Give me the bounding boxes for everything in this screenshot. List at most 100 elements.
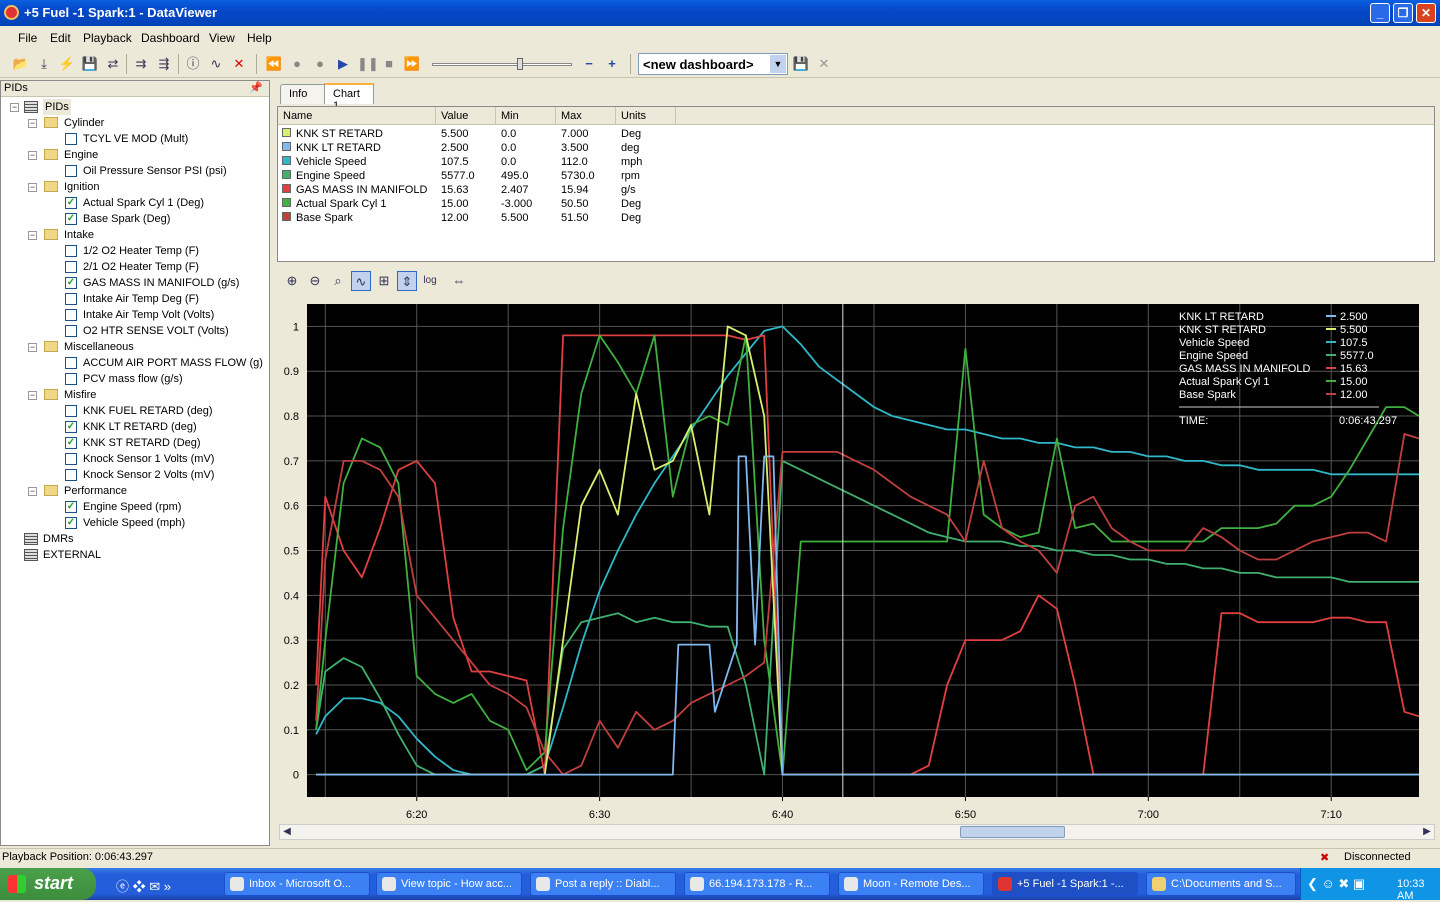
- tab-info[interactable]: Info: [280, 84, 326, 104]
- pid-checkbox[interactable]: ✓: [65, 501, 77, 513]
- chart-horizontal-scrollbar[interactable]: ◀ ▶: [279, 824, 1435, 840]
- pid-label[interactable]: 1/2 O2 Heater Temp (F): [83, 243, 199, 259]
- minimize-button[interactable]: _: [1370, 3, 1390, 23]
- pid-label[interactable]: Oil Pressure Sensor PSI (psi): [83, 163, 227, 179]
- start-button[interactable]: start: [0, 868, 96, 900]
- save-icon[interactable]: 💾: [81, 55, 99, 73]
- collapse-icon[interactable]: −: [28, 487, 37, 496]
- slider-thumb[interactable]: [517, 58, 523, 70]
- zoom-box-icon[interactable]: ⊞: [374, 271, 394, 291]
- export-icon[interactable]: ⇉: [132, 55, 150, 73]
- menu-view[interactable]: View: [209, 31, 235, 45]
- pid-label[interactable]: Engine Speed (rpm): [83, 499, 181, 515]
- pid-checkbox[interactable]: [65, 133, 77, 145]
- rewind-icon[interactable]: ⏪: [265, 55, 283, 73]
- col-header-max[interactable]: Max: [556, 107, 616, 125]
- menu-help[interactable]: Help: [247, 31, 272, 45]
- pid-checkbox[interactable]: [65, 309, 77, 321]
- log-scale-icon[interactable]: log: [420, 271, 440, 291]
- tree-group-intake[interactable]: Intake: [64, 227, 94, 243]
- menu-file[interactable]: File: [18, 31, 37, 45]
- restore-button[interactable]: ❐: [1393, 3, 1413, 23]
- autoscale-icon[interactable]: ⇕: [397, 271, 417, 291]
- pid-label[interactable]: KNK LT RETARD (deg): [83, 419, 197, 435]
- record2-icon[interactable]: ●: [311, 55, 329, 73]
- collapse-icon[interactable]: −: [28, 119, 37, 128]
- pid-label[interactable]: Intake Air Temp Deg (F): [83, 291, 199, 307]
- pid-checkbox[interactable]: [65, 405, 77, 417]
- col-header-value[interactable]: Value: [436, 107, 496, 125]
- pid-checkbox[interactable]: [65, 165, 77, 177]
- tree-group-engine[interactable]: Engine: [64, 147, 98, 163]
- plus-icon[interactable]: +: [603, 55, 621, 73]
- stop-icon[interactable]: ■: [380, 55, 398, 73]
- pid-label[interactable]: Vehicle Speed (mph): [83, 515, 185, 531]
- col-header-units[interactable]: Units: [616, 107, 676, 125]
- collapse-icon[interactable]: −: [28, 183, 37, 192]
- cursor-icon[interactable]: ⇔: [449, 271, 469, 291]
- menu-playback[interactable]: Playback: [83, 31, 132, 45]
- pid-label[interactable]: KNK ST RETARD (Deg): [83, 435, 201, 451]
- table-row[interactable]: Vehicle Speed 107.5 0.0 112.0 mph: [278, 155, 678, 169]
- zoom-out-icon[interactable]: ⊖: [305, 271, 325, 291]
- table-row[interactable]: Actual Spark Cyl 1 15.00 -3.000 50.50 Deg: [278, 197, 678, 211]
- pid-label[interactable]: Intake Air Temp Volt (Volts): [83, 307, 214, 323]
- table-row[interactable]: KNK LT RETARD 2.500 0.0 3.500 deg: [278, 141, 678, 155]
- close-button[interactable]: ✕: [1416, 3, 1436, 23]
- pid-checkbox[interactable]: ✓: [65, 197, 77, 209]
- pid-checkbox[interactable]: [65, 453, 77, 465]
- pid-checkbox[interactable]: [65, 357, 77, 369]
- col-header-min[interactable]: Min: [496, 107, 556, 125]
- pid-label[interactable]: GAS MASS IN MANIFOLD (g/s): [83, 275, 239, 291]
- scroll-left-icon[interactable]: ◀: [280, 825, 294, 839]
- pid-checkbox[interactable]: [65, 373, 77, 385]
- tree-group-misfire[interactable]: Misfire: [64, 387, 96, 403]
- task-moon-remote[interactable]: Moon - Remote Des...: [838, 872, 984, 896]
- task-view-topic[interactable]: View topic - How acc...: [376, 872, 522, 896]
- task-post-reply[interactable]: Post a reply :: Diabl...: [530, 872, 676, 896]
- scroll-thumb[interactable]: [960, 826, 1065, 838]
- pid-checkbox[interactable]: [65, 293, 77, 305]
- tab-chart-1[interactable]: Chart 1: [324, 83, 374, 112]
- collapse-icon[interactable]: −: [10, 103, 19, 112]
- menu-edit[interactable]: Edit: [50, 31, 71, 45]
- close-dashboard-icon[interactable]: ✕: [815, 55, 833, 73]
- chart-area[interactable]: 0 0.1 0.2 0.3 0.4 0.5 0.6 0.7 0.8 0.9 1 6:20 6:30 6:4…: [277, 294, 1435, 824]
- tree-root-pids[interactable]: PIDs: [43, 99, 71, 115]
- pid-label[interactable]: PCV mass flow (g/s): [83, 371, 183, 387]
- pid-label[interactable]: TCYL VE MOD (Mult): [83, 131, 188, 147]
- pid-checkbox[interactable]: [65, 469, 77, 481]
- pause-icon[interactable]: ❚❚: [357, 55, 379, 73]
- line-chart[interactable]: 0 0.1 0.2 0.3 0.4 0.5 0.6 0.7 0.8 0.9 1 6:20 6:30 6:4…: [277, 294, 1435, 824]
- scroll-right-icon[interactable]: ▶: [1420, 825, 1434, 839]
- pid-label[interactable]: Knock Sensor 2 Volts (mV): [83, 467, 214, 483]
- pid-label[interactable]: Actual Spark Cyl 1 (Deg): [83, 195, 204, 211]
- play-icon[interactable]: ▶: [334, 55, 352, 73]
- delete-icon[interactable]: ✕: [230, 55, 248, 73]
- dashboard-select[interactable]: <new dashboard> ▼: [638, 53, 788, 75]
- table-row[interactable]: GAS MASS IN MANIFOLD 15.63 2.407 15.94 g/s: [278, 183, 678, 197]
- task-dataviewer[interactable]: +5 Fuel -1 Spark:1 -...: [992, 872, 1138, 896]
- pid-label[interactable]: ACCUM AIR PORT MASS FLOW (g): [83, 355, 263, 371]
- save-dashboard-icon[interactable]: 💾: [792, 55, 810, 73]
- col-header-name[interactable]: Name: [278, 107, 436, 125]
- collapse-icon[interactable]: −: [28, 151, 37, 160]
- table-row[interactable]: Base Spark 12.00 5.500 51.50 Deg: [278, 211, 678, 225]
- collapse-icon[interactable]: −: [28, 231, 37, 240]
- pid-checkbox[interactable]: [65, 325, 77, 337]
- pid-checkbox[interactable]: ✓: [65, 277, 77, 289]
- task-remote-ip[interactable]: 66.194.173.178 - R...: [684, 872, 830, 896]
- tree-root-dmrs[interactable]: DMRs: [43, 531, 74, 547]
- pin-icon[interactable]: 📌: [249, 81, 263, 94]
- pid-checkbox[interactable]: ✓: [65, 213, 77, 225]
- flash-icon[interactable]: ⚡: [58, 55, 76, 73]
- pid-label[interactable]: Base Spark (Deg): [83, 211, 170, 227]
- open-icon[interactable]: 📂: [12, 55, 30, 73]
- tray-icons[interactable]: ❮ ☺ ✖ ▣: [1307, 876, 1365, 892]
- import-icon[interactable]: ⤓: [35, 55, 53, 73]
- pid-checkbox[interactable]: ✓: [65, 517, 77, 529]
- pid-checkbox[interactable]: ✓: [65, 421, 77, 433]
- zoom-in-icon[interactable]: ⊕: [282, 271, 302, 291]
- record-icon[interactable]: ●: [288, 55, 306, 73]
- chart-icon[interactable]: ∿: [207, 55, 225, 73]
